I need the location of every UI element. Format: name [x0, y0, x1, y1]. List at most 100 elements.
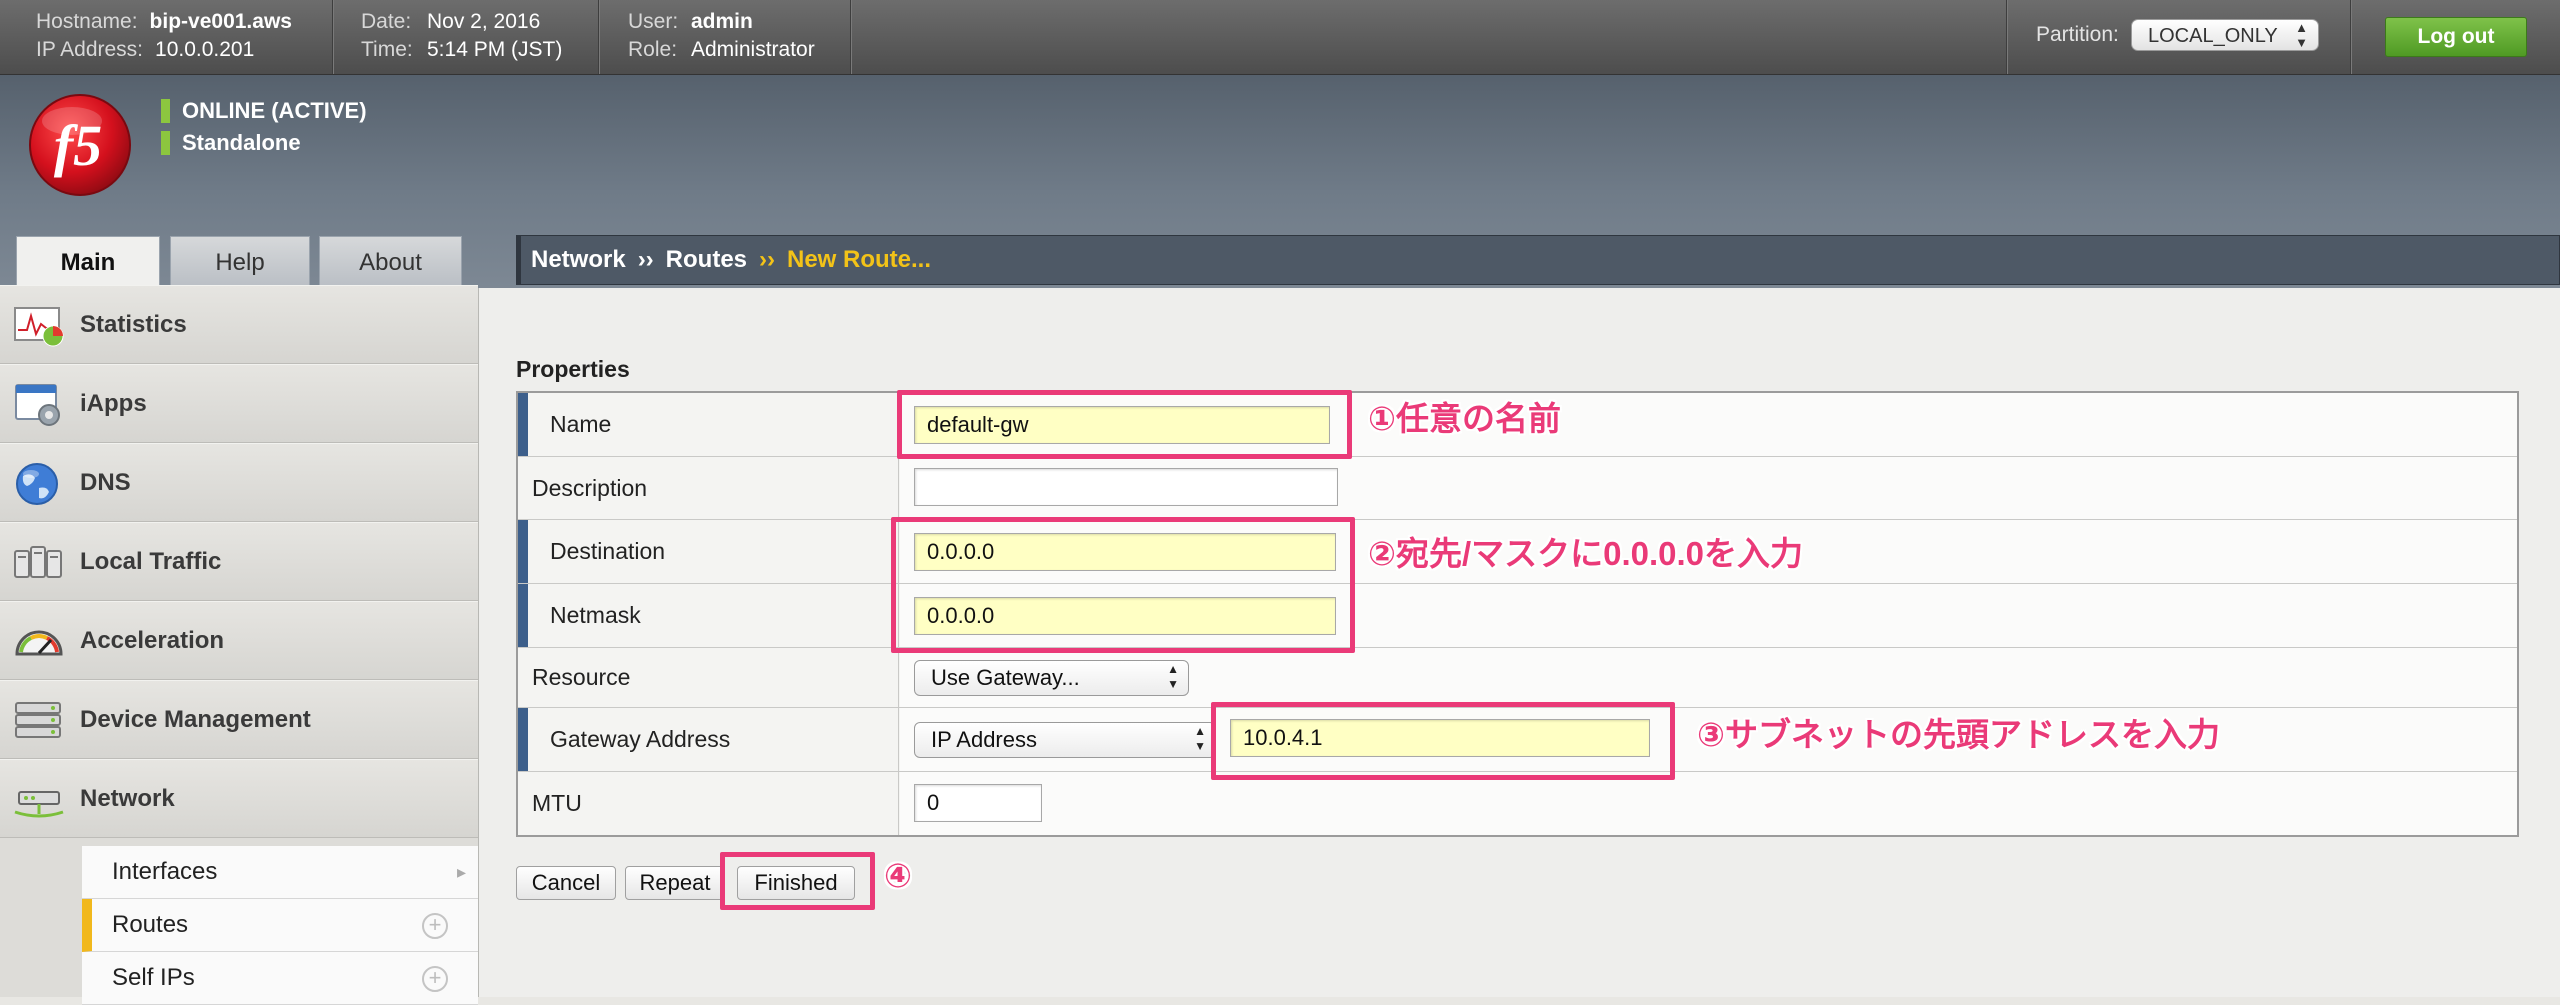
description-label: Description — [518, 457, 899, 519]
breadcrumb: Network ›› Routes ›› New Route... — [516, 235, 2560, 285]
user-value: admin — [691, 10, 753, 33]
row-resource: Resource Use Gateway... ▲ ▼ — [518, 648, 2517, 708]
breadcrumb-network[interactable]: Network — [531, 246, 626, 273]
status-mode: Standalone — [161, 127, 367, 159]
logout-button[interactable]: Log out — [2385, 17, 2527, 57]
sidebar-item-acceleration[interactable]: Acceleration — [0, 601, 478, 680]
divider — [2006, 0, 2008, 74]
annotation-note-1: ①任意の名前 — [1368, 400, 1561, 437]
name-label: Name — [518, 393, 899, 456]
ip-value: 10.0.0.201 — [155, 38, 255, 61]
select-arrows-icon: ▲ ▼ — [1167, 662, 1179, 691]
sidebar-item-label: Acceleration — [80, 627, 225, 654]
time-value: 5:14 PM (JST) — [427, 38, 563, 61]
select-arrows-icon: ▲ ▼ — [1194, 724, 1206, 753]
logo-text: f5 — [54, 113, 102, 178]
mtu-input[interactable]: 0 — [914, 784, 1042, 822]
time-label: Time: — [361, 38, 413, 61]
partition-select[interactable]: LOCAL_ONLY ▲ ▼ — [2131, 19, 2319, 51]
network-submenu: Interfaces ▸ Routes + Self IPs + — [82, 846, 478, 1005]
submenu-item-label: Routes — [112, 911, 189, 938]
divider — [850, 0, 852, 74]
host-info: Hostname: bip-ve001.aws IP Address: 10.0.0… — [36, 8, 292, 64]
network-icon — [14, 791, 64, 818]
annotation-note-2: ②宛先/マスクに0.0.0.0を入力 — [1368, 535, 1804, 572]
sidebar-item-label: Statistics — [80, 311, 187, 338]
submenu-item-interfaces[interactable]: Interfaces ▸ — [82, 846, 478, 899]
f5-logo-icon[interactable]: f5 — [26, 91, 134, 199]
partition-label: Partition: — [2036, 23, 2119, 46]
status-online: ONLINE (ACTIVE) — [161, 95, 367, 127]
annotation-highlight-finished — [720, 852, 875, 910]
divider — [332, 0, 334, 74]
breadcrumb-separator: ›› — [759, 246, 775, 273]
tab-main[interactable]: Main — [16, 236, 160, 290]
breadcrumb-separator: ›› — [637, 246, 654, 273]
annotation-highlight-destination-netmask — [891, 517, 1355, 653]
role-label: Role: — [628, 38, 678, 61]
iapps-icon — [15, 384, 60, 426]
device-status: ONLINE (ACTIVE) Standalone — [161, 95, 367, 159]
sidebar-item-label: DNS — [80, 469, 131, 496]
datetime-info: Date: Nov 2, 2016 Time: 5:14 PM (JST) — [361, 8, 562, 64]
role-value: Administrator — [691, 38, 815, 61]
mtu-label: MTU — [518, 772, 899, 835]
cancel-button[interactable]: Cancel — [516, 866, 616, 900]
hostname-value: bip-ve001.aws — [149, 10, 292, 33]
statistics-icon — [14, 307, 64, 347]
resource-select-value: Use Gateway... — [931, 665, 1080, 690]
row-description: Description — [518, 457, 2517, 520]
netmask-label: Netmask — [518, 584, 899, 647]
annotation-note-4: ④ — [884, 857, 912, 894]
annotation-note-3: ③サブネットの先頭アドレスを入力 — [1697, 716, 2220, 753]
top-status-bar: Hostname: bip-ve001.aws IP Address: 10.0.0… — [0, 0, 2560, 75]
mtu-cell: 0 — [900, 772, 2517, 835]
tab-about[interactable]: About — [319, 236, 462, 288]
select-arrows-icon: ▲ ▼ — [2295, 20, 2308, 50]
sidebar-item-statistics[interactable]: Statistics — [0, 285, 478, 364]
submenu-item-self-ips[interactable]: Self IPs + — [82, 952, 478, 1005]
resource-label: Resource — [518, 648, 899, 707]
chevron-right-icon: ▸ — [456, 862, 466, 882]
sidebar-item-label: Local Traffic — [80, 548, 222, 575]
description-input[interactable] — [914, 468, 1338, 506]
sidebar-item-local-traffic[interactable]: Local Traffic — [0, 522, 478, 601]
add-route-icon[interactable]: + — [422, 913, 448, 939]
row-netmask: Netmask 0.0.0.0 — [518, 584, 2517, 648]
divider — [2350, 0, 2352, 74]
ip-label: IP Address: — [36, 38, 144, 61]
breadcrumb-routes[interactable]: Routes — [666, 246, 747, 273]
tab-help[interactable]: Help — [170, 236, 310, 288]
user-label: User: — [628, 10, 679, 33]
sidebar-item-iapps[interactable]: iApps — [0, 364, 478, 443]
gateway-type-select[interactable]: IP Address ▲ ▼ — [914, 722, 1216, 758]
sidebar-item-label: Device Management — [80, 706, 311, 733]
description-cell — [900, 457, 2517, 519]
hostname-label: Hostname: — [36, 10, 138, 33]
annotation-highlight-name — [897, 390, 1352, 459]
sidebar-item-dns[interactable]: DNS — [0, 443, 478, 522]
sidebar-item-label: Network — [80, 785, 175, 812]
sidebar-item-device-management[interactable]: Device Management — [0, 680, 478, 759]
submenu-item-routes[interactable]: Routes + — [82, 899, 478, 952]
submenu-item-label: Interfaces — [112, 858, 218, 885]
user-info: User: admin Role: Administrator — [628, 8, 815, 64]
submenu-item-label: Self IPs — [112, 964, 195, 991]
annotation-highlight-gateway — [1211, 702, 1675, 780]
gateway-label: Gateway Address — [518, 708, 899, 771]
row-mtu: MTU 0 — [518, 772, 2517, 835]
gateway-type-value: IP Address — [931, 727, 1037, 752]
repeat-button[interactable]: Repeat — [625, 866, 725, 900]
add-self-ip-icon[interactable]: + — [422, 966, 448, 992]
date-label: Date: — [361, 10, 412, 33]
divider — [598, 0, 600, 74]
gauge-icon — [15, 630, 63, 656]
sidebar-item-label: iApps — [80, 390, 147, 417]
breadcrumb-current: New Route... — [787, 246, 932, 273]
device-management-icon — [15, 702, 61, 738]
sidebar-item-network[interactable]: Network — [0, 759, 478, 838]
section-title: Properties — [516, 356, 630, 382]
resource-select[interactable]: Use Gateway... ▲ ▼ — [914, 660, 1189, 696]
resource-cell: Use Gateway... ▲ ▼ — [900, 648, 2517, 707]
date-value: Nov 2, 2016 — [427, 10, 541, 33]
